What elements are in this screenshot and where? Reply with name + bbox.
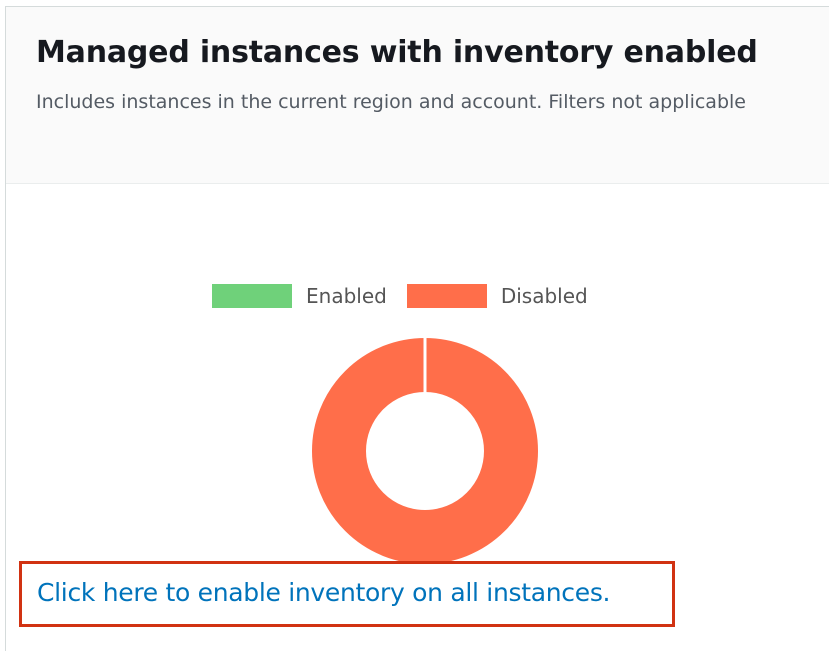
donut-chart[interactable] <box>307 333 543 569</box>
legend-item-disabled[interactable]: Disabled <box>406 284 588 308</box>
legend-item-enabled[interactable]: Enabled <box>212 284 387 308</box>
legend-label-enabled: Enabled <box>306 284 387 308</box>
highlight-box: Click here to enable inventory on all in… <box>19 561 675 627</box>
enable-inventory-link[interactable]: Click here to enable inventory on all in… <box>37 578 610 607</box>
legend-swatch-disabled <box>406 284 487 308</box>
legend-swatch-enabled <box>212 284 292 308</box>
chart-legend: Enabled Disabled <box>212 283 608 309</box>
card-title: Managed instances with inventory enabled <box>36 35 758 70</box>
card-header: Managed instances with inventory enabled… <box>6 7 829 184</box>
card-description: Includes instances in the current region… <box>36 91 746 113</box>
legend-label-disabled: Disabled <box>500 284 588 308</box>
